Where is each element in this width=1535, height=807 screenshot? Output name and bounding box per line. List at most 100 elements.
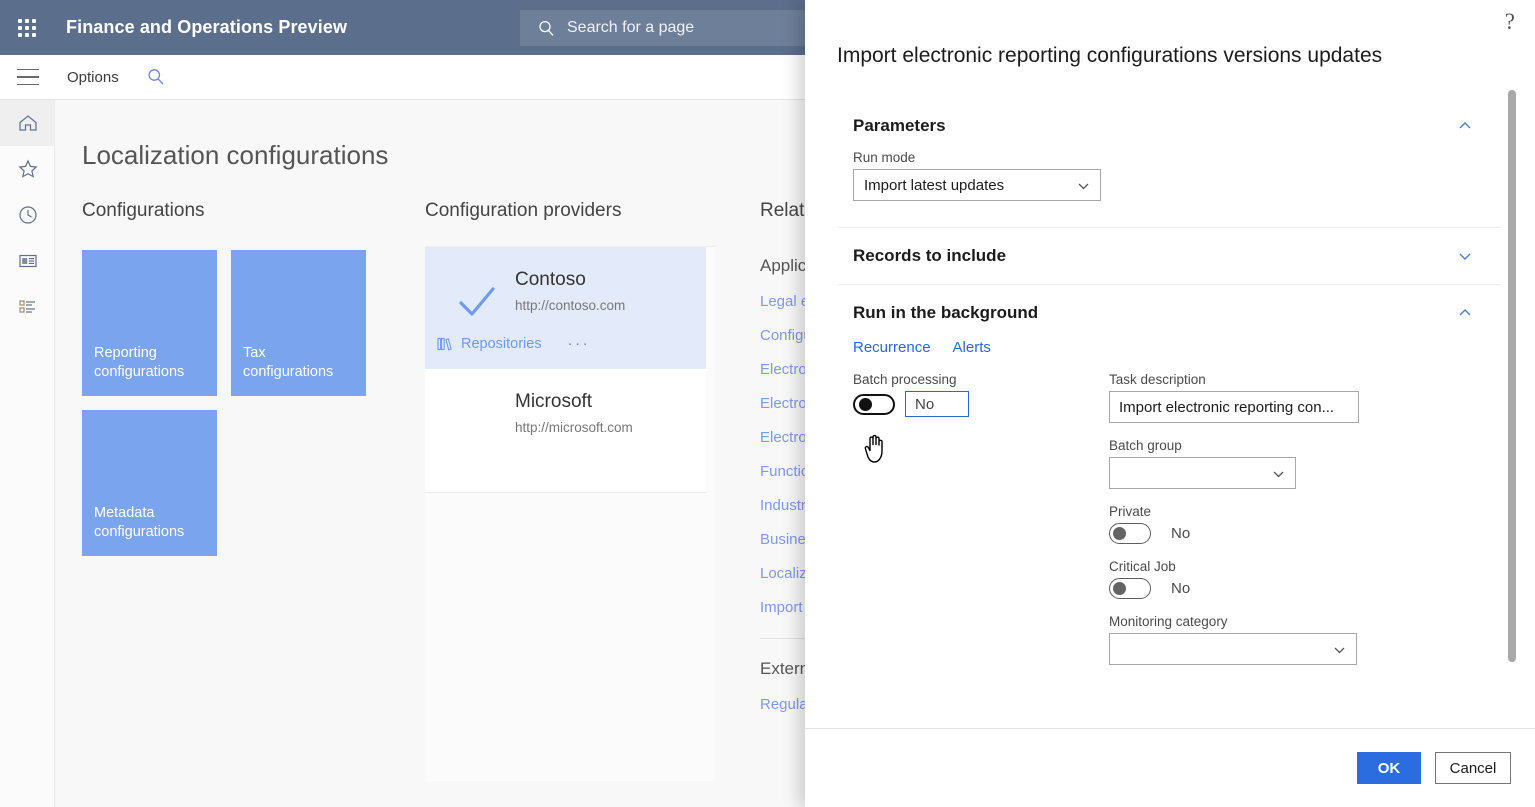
search-placeholder: Search for a page [567,19,695,36]
hamburger-icon[interactable] [0,55,55,100]
batch-group-select[interactable] [1109,457,1296,489]
configurations-heading: Configurations [82,200,205,221]
page-title: Localization configurations [82,140,389,170]
section-background-header[interactable]: Run in the background [837,285,1502,323]
run-mode-label: Run mode [853,150,916,165]
section-title: Parameters [853,116,946,135]
background-left-column: Batch processing No [853,372,1109,680]
critical-job-group: Critical Job No [1109,559,1409,599]
task-description-label: Task description [1109,372,1206,387]
critical-job-row: No [1109,578,1409,599]
toggle-knob [1113,527,1126,540]
list-icon [18,300,35,313]
section-parameters: Parameters Run mode Import latest update… [837,98,1502,228]
monitoring-category-label: Monitoring category [1109,614,1228,629]
options-button[interactable]: Options [67,69,119,86]
home-icon [18,115,37,131]
batch-processing-row: No [853,391,1109,417]
critical-job-toggle[interactable] [1109,578,1151,599]
section-background-body: Recurrence Alerts Batch processing No Ta… [837,323,1502,706]
tab-recurrence[interactable]: Recurrence [853,339,931,356]
section-parameters-header[interactable]: Parameters [837,98,1502,136]
background-fields-grid: Batch processing No Task description Imp… [853,372,1486,680]
section-run-in-background: Run in the background Recurrence Alerts … [837,285,1502,706]
provider-card-microsoft[interactable]: Microsoft http://microsoft.com [425,369,706,493]
dialog-title: Import electronic reporting configuratio… [837,44,1383,67]
run-mode-value: Import latest updates [864,176,1005,194]
toolbar-search-icon[interactable] [147,68,165,86]
dialog-scrollbar[interactable] [1508,90,1516,662]
private-label: Private [1109,504,1152,519]
background-right-column: Task description Import electronic repor… [1109,372,1409,680]
provider-card-contoso[interactable]: Contoso http://contoso.com Repositories … [425,247,706,369]
task-description-input[interactable]: Import electronic reporting con... [1109,391,1359,423]
toggle-knob [1113,582,1126,595]
more-options-button[interactable]: ··· [568,335,591,352]
ok-button[interactable]: OK [1357,752,1421,784]
waffle-grid [18,18,36,37]
task-description-group: Task description Import electronic repor… [1109,372,1409,423]
chevron-up-icon[interactable] [1458,119,1472,133]
chevron-down-icon[interactable] [1458,249,1472,263]
books-icon [437,337,453,351]
dialog-footer: OK Cancel [805,728,1535,807]
sidebar-item-modules[interactable] [0,284,55,330]
section-title: Run in the background [853,303,1039,322]
sidebar-item-recent[interactable] [0,192,55,238]
dialog-body: Parameters Run mode Import latest update… [837,98,1502,738]
chevron-up-icon[interactable] [1458,306,1472,320]
search-icon [538,20,555,37]
tile-metadata-configurations[interactable]: Metadata configurations [82,410,217,556]
batch-processing-toggle[interactable] [853,393,895,415]
tile-reporting-configurations[interactable]: Reporting configurations [82,250,217,396]
workspace-icon [18,254,37,268]
sidebar-item-favorites[interactable] [0,146,55,192]
tab-alerts[interactable]: Alerts [953,339,991,356]
sidebar-item-home[interactable] [0,100,55,146]
left-navigation-rail [0,100,55,807]
run-mode-select[interactable]: Import latest updates [853,169,1101,201]
critical-job-label: Critical Job [1109,559,1176,574]
star-icon [17,159,38,178]
tile-label: Metadata configurations [94,505,185,540]
private-row: No [1109,523,1409,544]
section-records-header[interactable]: Records to include [837,228,1502,284]
import-configurations-dialog: ? Import electronic reporting configurat… [805,0,1535,807]
private-value: No [1171,525,1191,542]
background-tabs: Recurrence Alerts [853,339,1486,356]
section-records-to-include: Records to include [837,228,1502,285]
chevron-down-icon [1271,467,1286,486]
provider-url: http://microsoft.com [515,420,633,435]
configuration-providers-heading: Configuration providers [425,200,622,221]
hamburger-lines [16,66,39,89]
configuration-providers-list: Contoso http://contoso.com Repositories … [425,246,715,781]
help-icon[interactable]: ? [1505,10,1515,33]
sidebar-item-workspaces[interactable] [0,238,55,284]
configuration-providers-column: Configuration providers Contoso http://c… [425,200,1086,781]
repositories-link[interactable]: Repositories [461,336,542,352]
private-group: Private No [1109,504,1409,544]
monitoring-category-group: Monitoring category [1109,614,1409,665]
checkmark-icon [455,279,499,328]
batch-processing-label: Batch processing [853,372,957,387]
tile-label: Tax configurations [243,345,334,380]
configurations-column: Configurations Reporting configurations … [82,200,412,556]
critical-job-value: No [1171,580,1191,597]
batch-group-label: Batch group [1109,438,1182,453]
tile-tax-configurations[interactable]: Tax configurations [231,250,366,396]
section-title: Records to include [853,246,1007,265]
chevron-down-icon [1076,179,1091,198]
batch-processing-value[interactable]: No [905,391,969,417]
app-root: Finance and Operations Preview Search fo… [0,0,1535,807]
chevron-down-icon [1332,643,1347,662]
monitoring-category-select[interactable] [1109,633,1357,665]
section-parameters-body: Run mode Import latest updates [837,136,1502,227]
clock-icon [18,206,37,224]
tile-label: Reporting configurations [94,345,185,380]
app-launcher-icon[interactable] [0,0,54,55]
app-title: Finance and Operations Preview [66,17,348,37]
private-toggle[interactable] [1109,523,1151,544]
toggle-knob [859,398,872,411]
batch-group-group: Batch group [1109,438,1409,489]
cancel-button[interactable]: Cancel [1435,752,1511,784]
